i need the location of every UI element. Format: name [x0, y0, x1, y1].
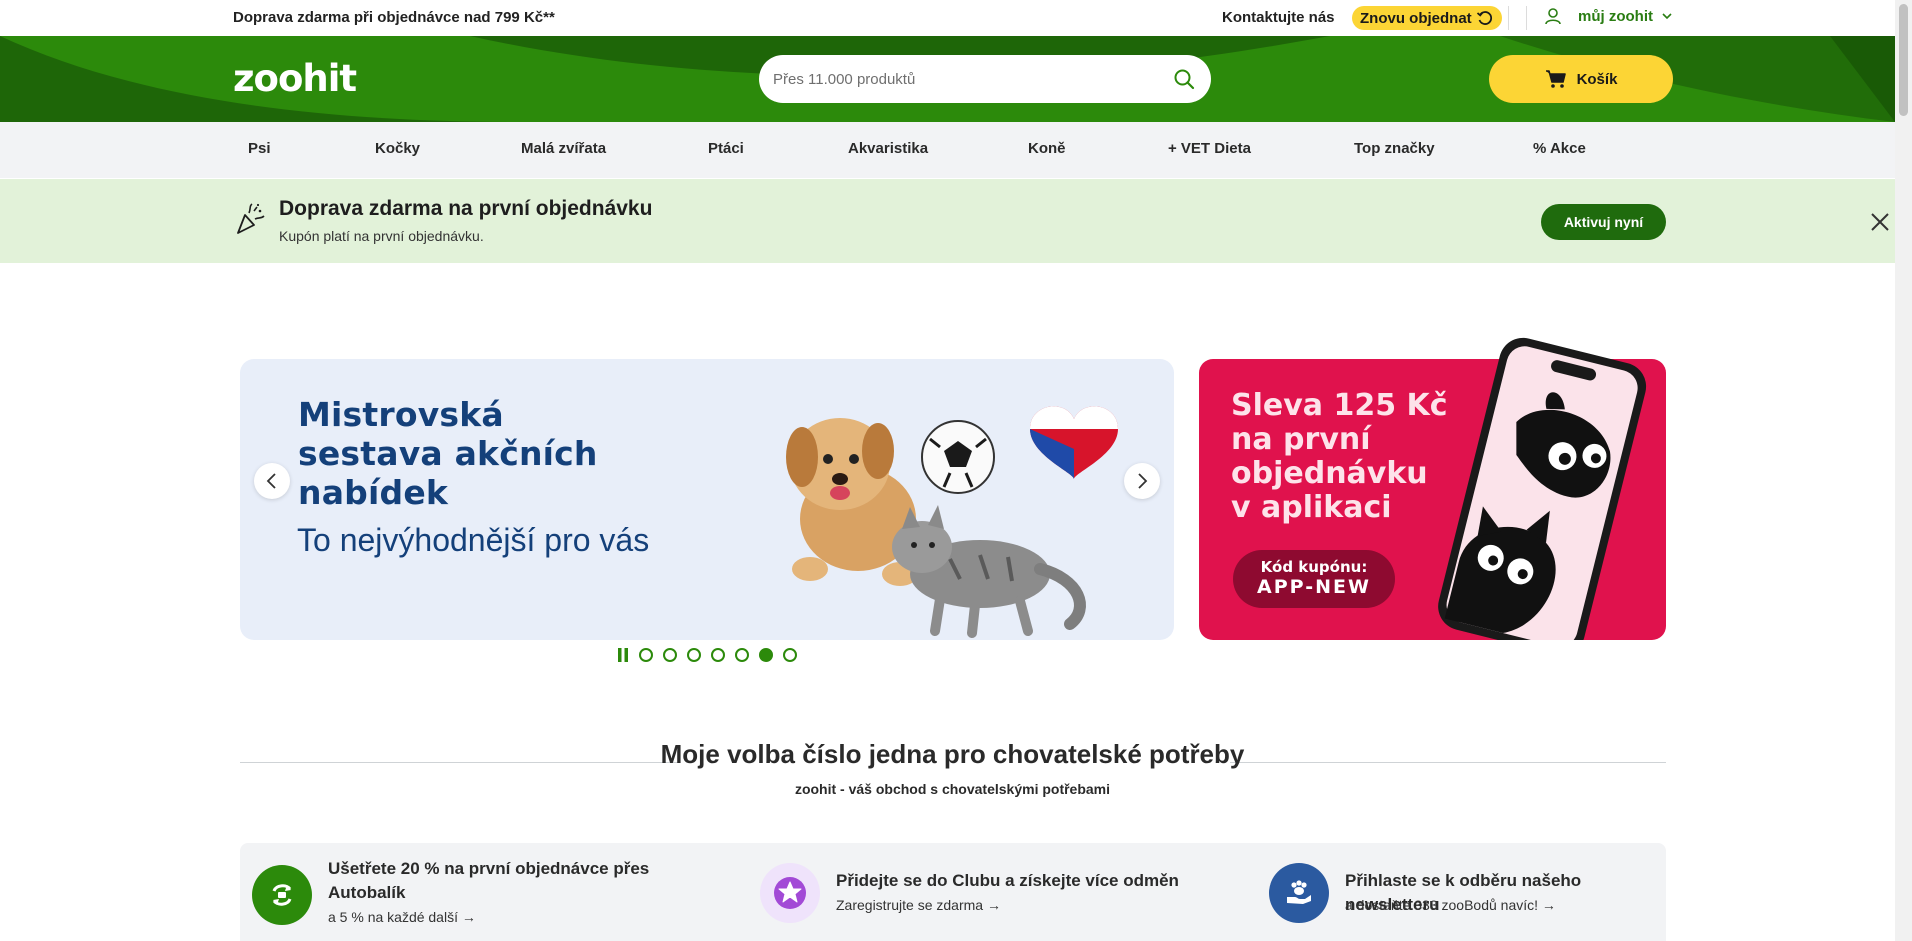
- user-icon: [1545, 8, 1561, 25]
- promo-subtitle: Kupón platí na první objednávku.: [279, 228, 484, 244]
- carousel-dot-active[interactable]: [759, 648, 773, 662]
- benefit-title[interactable]: Přidejte se do Clubu a získejte více odm…: [836, 869, 1179, 893]
- search-icon[interactable]: [1173, 68, 1195, 90]
- banner-headline-line: nabídek: [298, 473, 449, 512]
- carousel-dot[interactable]: [783, 648, 797, 662]
- section-subtitle: zoohit - váš obchod s chovatelskými potř…: [794, 781, 1111, 797]
- benefit-link[interactable]: Zaregistrujte se zdarma →: [836, 897, 1001, 913]
- carousel-banner[interactable]: Mistrovská sestava akčních nabídek To ne…: [240, 359, 1174, 640]
- benefit-link[interactable]: a dostaňte 333 zooBodů navíc! →: [1345, 897, 1556, 913]
- coupon-label: Kód kupónu:: [1260, 558, 1368, 576]
- nav-item-akvaristika[interactable]: Akvaristika: [848, 140, 928, 157]
- contact-link[interactable]: Kontaktujte nás: [1222, 9, 1335, 26]
- benefits-strip: Ušetřete 20 % na první objednávce přes A…: [240, 843, 1666, 941]
- banner-subline: To nejvýhodnější pro vás: [297, 522, 650, 558]
- carousel-indicators: [617, 648, 797, 662]
- banner-headline-line: sestava akčních: [298, 434, 598, 473]
- promo-bar: Doprava zdarma na první objednávku Kupón…: [0, 179, 1895, 263]
- close-icon[interactable]: [1870, 212, 1890, 232]
- search-bar[interactable]: [759, 55, 1211, 103]
- nav-item-akce[interactable]: % Akce: [1533, 140, 1586, 157]
- chevron-left-icon: [266, 473, 276, 489]
- cart-button[interactable]: Košík: [1489, 55, 1673, 103]
- carousel-dot[interactable]: [639, 648, 653, 662]
- banner-headline: Mistrovská sestava akčních nabídek: [298, 395, 598, 512]
- benefit-title-line: Ušetřete 20 % na první objednávce přes: [328, 859, 650, 878]
- coupon-badge: Kód kupónu: APP-NEW: [1233, 550, 1395, 608]
- nav-item-top-znacky[interactable]: Top značky: [1354, 140, 1435, 157]
- chevron-down-icon: [1662, 13, 1672, 20]
- carousel-dot[interactable]: [687, 648, 701, 662]
- pets-illustration: [786, 406, 1118, 638]
- nav-item-kocky[interactable]: Kočky: [375, 140, 420, 157]
- logo[interactable]: zoohit: [233, 57, 357, 100]
- carousel-dot[interactable]: [711, 648, 725, 662]
- top-bar: Doprava zdarma při objednávce nad 799 Kč…: [0, 0, 1895, 36]
- banner-headline-line: Mistrovská: [298, 395, 504, 434]
- promo-title: Doprava zdarma na první objednávku: [279, 197, 653, 220]
- carousel-dot[interactable]: [735, 648, 749, 662]
- account-menu[interactable]: můj zoohit: [1544, 7, 1673, 25]
- section-title: Moje volba číslo jedna pro chovatelské p…: [660, 739, 1245, 769]
- header: zoohit Košík: [0, 36, 1895, 122]
- cart-icon: [1545, 70, 1566, 88]
- phone-illustration: [1438, 337, 1647, 640]
- newsletter-paw-icon: [1269, 863, 1329, 923]
- chevron-right-icon: [1138, 473, 1148, 489]
- category-nav: Psi Kočky Malá zvířata Ptáci Akvaristika…: [0, 122, 1895, 178]
- app-promo-banner[interactable]: Sleva 125 Kč na první objednávku v aplik…: [1199, 337, 1666, 640]
- coupon-code: APP-NEW: [1257, 576, 1371, 598]
- scrollbar-thumb[interactable]: [1899, 4, 1908, 116]
- nav-item-mala-zvirata[interactable]: Malá zvířata: [521, 140, 606, 157]
- carousel-next-button[interactable]: [1124, 463, 1160, 499]
- carousel-prev-button[interactable]: [254, 463, 290, 499]
- account-label: můj zoohit: [1578, 7, 1653, 25]
- reorder-button[interactable]: Znovu objednat: [1352, 6, 1502, 30]
- nav-item-psi[interactable]: Psi: [248, 140, 271, 157]
- cart-label: Košík: [1576, 70, 1618, 88]
- benefit-title[interactable]: Ušetřete 20 % na první objednávce přes A…: [328, 857, 649, 905]
- club-star-icon: [760, 863, 820, 923]
- reorder-label: Znovu objednat: [1360, 9, 1472, 27]
- pause-icon[interactable]: [617, 648, 629, 662]
- divider: [1526, 6, 1527, 30]
- benefit-title-line: Autobalík: [328, 883, 406, 902]
- page: Doprava zdarma při objednávce nad 799 Kč…: [0, 0, 1912, 941]
- party-popper-icon: [237, 203, 265, 234]
- benefit-link[interactable]: a 5 % na každé další →: [328, 909, 476, 925]
- nav-item-kone[interactable]: Koně: [1028, 140, 1066, 157]
- carousel-dot[interactable]: [663, 648, 677, 662]
- scrollbar[interactable]: [1895, 0, 1912, 941]
- free-shipping-notice: Doprava zdarma při objednávce nad 799 Kč…: [233, 9, 555, 26]
- autoship-icon: [252, 865, 312, 925]
- divider: [1508, 6, 1509, 30]
- nav-item-vet-dieta[interactable]: + VET Dieta: [1168, 140, 1251, 157]
- activate-button[interactable]: Aktivuj nyní: [1541, 204, 1666, 240]
- search-input[interactable]: [773, 70, 1153, 88]
- nav-item-ptaci[interactable]: Ptáci: [708, 140, 744, 157]
- reorder-icon: [1476, 11, 1492, 25]
